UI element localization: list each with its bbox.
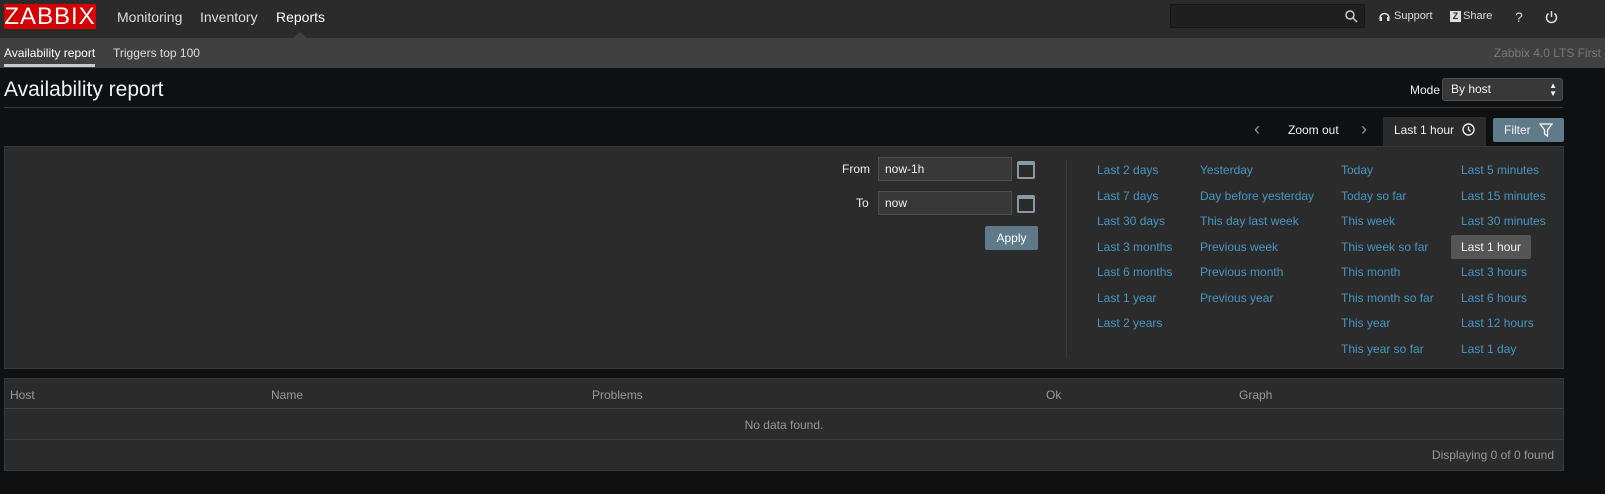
column-graph: Graph [1239, 388, 1273, 402]
quick-range-link[interactable]: This year so far [1341, 342, 1424, 356]
quick-range-link[interactable]: Last 1 year [1097, 291, 1156, 305]
quick-range-link[interactable]: Previous week [1200, 240, 1278, 254]
divider [1066, 160, 1067, 358]
paging-info: Displaying 0 of 0 found [1431, 448, 1554, 462]
quick-range-link[interactable]: This month [1341, 265, 1400, 279]
quick-range-link[interactable]: Last 30 days [1097, 214, 1165, 228]
quick-range-link[interactable]: Last 7 days [1097, 189, 1158, 203]
subnav-triggers-top-100[interactable]: Triggers top 100 [113, 46, 200, 60]
filter-panel [4, 146, 1564, 369]
search-input[interactable] [1170, 4, 1365, 28]
time-back-button[interactable]: ‹ [1254, 119, 1260, 140]
column-problems: Problems [592, 388, 643, 402]
quick-range-link[interactable]: Last 6 months [1097, 265, 1172, 279]
column-name[interactable]: Name [271, 388, 303, 402]
time-forward-button[interactable]: › [1361, 119, 1367, 140]
column-ok: Ok [1046, 388, 1062, 402]
quick-range-link[interactable]: Yesterday [1200, 163, 1253, 177]
to-input[interactable] [878, 191, 1012, 215]
support-link[interactable]: Support [1379, 10, 1433, 22]
quick-range-link[interactable]: Last 3 hours [1461, 265, 1527, 279]
report-table: Host Name Problems Ok Graph No data foun… [4, 378, 1564, 471]
sub-navigation: Availability report Triggers top 100 Zab… [0, 38, 1605, 68]
quick-range-link[interactable]: Last 3 months [1097, 240, 1172, 254]
subnav-availability-report[interactable]: Availability report [4, 46, 95, 60]
active-tab-indicator [4, 64, 95, 67]
search-icon[interactable] [1345, 10, 1358, 23]
divider [5, 439, 1563, 440]
quick-range-link[interactable]: Previous month [1200, 265, 1283, 279]
share-link[interactable]: Z Share [1450, 10, 1492, 22]
quick-range-link[interactable]: Today [1341, 163, 1373, 177]
share-icon: Z [1450, 10, 1461, 22]
apply-button[interactable]: Apply [985, 226, 1038, 250]
quick-range-link[interactable]: Last 1 day [1461, 342, 1516, 356]
page-title: Availability report [4, 78, 164, 101]
nav-inventory[interactable]: Inventory [200, 9, 258, 25]
quick-range-link[interactable]: Last 1 hour [1451, 234, 1532, 259]
divider [5, 408, 1563, 409]
filter-tab[interactable]: Filter [1493, 118, 1564, 142]
quick-range-link[interactable]: This month so far [1341, 291, 1434, 305]
quick-range-link[interactable]: Last 15 minutes [1461, 189, 1546, 203]
quick-range-link[interactable]: This year [1341, 316, 1390, 330]
zabbix-logo[interactable]: ZABBIX [4, 4, 96, 29]
quick-range-link[interactable]: This day last week [1200, 214, 1299, 228]
quick-range-link[interactable]: Last 30 minutes [1461, 214, 1546, 228]
empty-message: No data found. [744, 418, 824, 432]
headset-icon [1379, 12, 1390, 21]
quick-range-link[interactable]: Previous year [1200, 291, 1273, 305]
calendar-icon[interactable] [1017, 195, 1035, 213]
calendar-icon[interactable] [1017, 161, 1035, 179]
divider [4, 107, 1563, 108]
quick-range-link[interactable]: Last 5 minutes [1461, 163, 1539, 177]
quick-range-link[interactable]: Day before yesterday [1200, 189, 1314, 203]
version-label: Zabbix 4.0 LTS First [1493, 46, 1601, 60]
mode-select[interactable]: By host ▲ ▼ [1442, 78, 1563, 101]
filter-icon [1539, 123, 1553, 137]
top-bar: ZABBIX Monitoring Inventory Reports Supp… [0, 0, 1605, 38]
help-link[interactable]: ? [1515, 9, 1523, 25]
clock-icon [1462, 123, 1475, 136]
quick-range-link[interactable]: Last 6 hours [1461, 291, 1527, 305]
quick-range-link[interactable]: Last 12 hours [1461, 316, 1534, 330]
quick-range-link[interactable]: Last 2 days [1097, 163, 1158, 177]
column-host[interactable]: Host [10, 388, 35, 402]
mode-label: Mode [1410, 83, 1441, 97]
zoom-out-button[interactable]: Zoom out [1288, 123, 1339, 137]
quick-range-link[interactable]: Last 2 years [1097, 316, 1162, 330]
power-icon[interactable] [1545, 10, 1558, 24]
quick-range-link[interactable]: This week [1341, 214, 1395, 228]
nav-monitoring[interactable]: Monitoring [117, 9, 182, 25]
quick-range-link[interactable]: This week so far [1341, 240, 1428, 254]
nav-reports[interactable]: Reports [276, 9, 325, 25]
from-label: From [842, 162, 870, 176]
time-range-tab[interactable]: Last 1 hour [1383, 117, 1486, 146]
quick-range-link[interactable]: Today so far [1341, 189, 1406, 203]
to-label: To [856, 196, 869, 210]
select-arrows-icon: ▲ ▼ [1549, 81, 1557, 98]
from-input[interactable] [878, 157, 1012, 181]
